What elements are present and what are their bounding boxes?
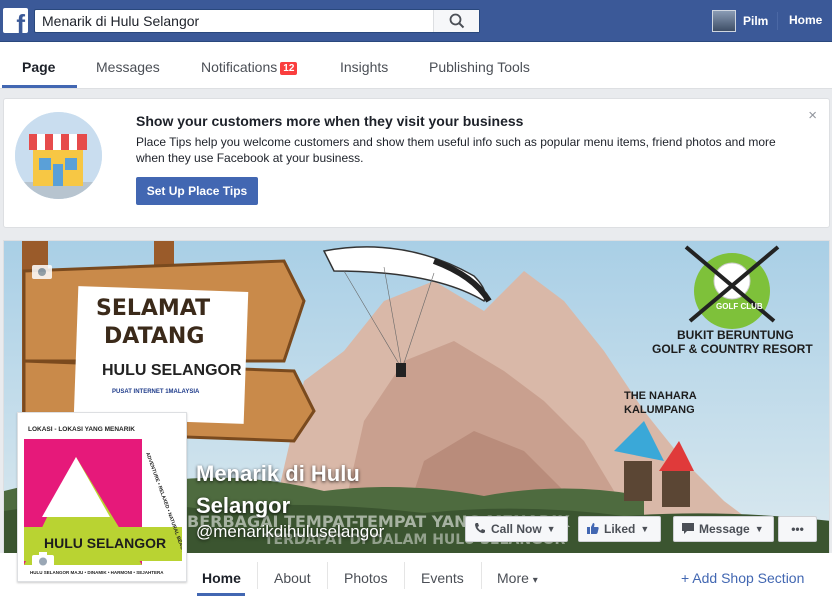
camera-icon[interactable] xyxy=(32,552,54,573)
profile-picture[interactable]: LOKASI - LOKASI YANG MENARIK ADVENTURE •… xyxy=(17,412,187,582)
avatar xyxy=(712,10,736,32)
phone-icon xyxy=(474,522,486,537)
cover-sign-line2: DATANG xyxy=(104,324,204,349)
place-tips-description: Place Tips help you welcome customers an… xyxy=(136,135,776,165)
chevron-down-icon: ▼ xyxy=(640,524,650,534)
nav-more[interactable]: More ▾ xyxy=(497,570,538,586)
set-up-place-tips-button[interactable]: Set Up Place Tips xyxy=(136,177,258,205)
divider xyxy=(404,562,405,589)
profile-image: LOKASI - LOKASI YANG MENARIK ADVENTURE •… xyxy=(22,417,182,577)
search-button[interactable] xyxy=(433,10,479,32)
home-link[interactable]: Home xyxy=(789,13,822,27)
liked-label: Liked xyxy=(604,522,636,536)
tab-publishing-tools[interactable]: Publishing Tools xyxy=(429,59,530,75)
active-tab-indicator xyxy=(2,85,77,88)
storefront-illustration-icon xyxy=(15,112,102,199)
user-profile-link[interactable]: Pilm xyxy=(712,9,768,33)
page-username[interactable]: @menarikdihuluselangor xyxy=(196,522,384,542)
page-admin-tabs: Page Messages Notifications 12 Insights P… xyxy=(0,42,832,89)
cover-sign-line3: HULU SELANGOR xyxy=(102,362,242,379)
nav-events[interactable]: Events xyxy=(421,570,464,586)
user-name: Pilm xyxy=(743,14,769,28)
place-tips-card: Show your customers more when they visit… xyxy=(3,98,830,228)
cover-sign-line1: SELAMAT xyxy=(96,296,210,321)
thumbs-up-icon xyxy=(587,522,599,537)
divider xyxy=(327,562,328,589)
more-options-button[interactable]: ••• xyxy=(778,516,817,542)
tab-insights[interactable]: Insights xyxy=(340,59,388,75)
cover-resort-line1: BUKIT BERUNTUNG xyxy=(677,328,794,342)
divider xyxy=(257,562,258,589)
notification-count-badge: 12 xyxy=(280,62,298,75)
search-icon xyxy=(449,13,465,29)
tab-notifications-label: Notifications xyxy=(201,59,278,75)
profile-top-text: LOKASI - LOKASI YANG MENARIK xyxy=(28,426,135,433)
page-title[interactable]: Menarik di Hulu Selangor xyxy=(196,458,436,522)
cover-resort-line2: GOLF & COUNTRY RESORT xyxy=(652,342,813,356)
message-button[interactable]: Message ▼ xyxy=(673,516,774,542)
chevron-down-icon: ▼ xyxy=(546,524,556,534)
tab-messages[interactable]: Messages xyxy=(96,59,160,75)
chevron-down-icon: ▼ xyxy=(754,524,764,534)
call-now-button[interactable]: Call Now ▼ xyxy=(465,516,568,542)
close-icon[interactable]: × xyxy=(808,107,817,124)
cover-golf-club: GOLF CLUB xyxy=(716,302,763,311)
nav-photos[interactable]: Photos xyxy=(344,570,388,586)
message-label: Message xyxy=(699,522,750,536)
cover-sign-small: PUSAT INTERNET 1MALAYSIA xyxy=(112,389,200,395)
place-tips-title: Show your customers more when they visit… xyxy=(136,113,524,129)
search-input[interactable]: Menarik di Hulu Selangor xyxy=(42,13,199,29)
divider xyxy=(481,562,482,589)
message-icon xyxy=(682,522,694,537)
nav-about[interactable]: About xyxy=(274,570,311,586)
search-box[interactable]: Menarik di Hulu Selangor xyxy=(34,9,480,33)
facebook-logo-icon[interactable]: f xyxy=(3,8,28,33)
nav-home[interactable]: Home xyxy=(202,570,241,586)
more-options-icon: ••• xyxy=(791,522,804,536)
cover-nahara-line2: KALUMPANG xyxy=(624,404,695,416)
tab-page[interactable]: Page xyxy=(22,59,55,75)
nav-more-label: More xyxy=(497,570,529,586)
profile-brand: HULU SELANGOR xyxy=(44,535,166,551)
chevron-down-icon: ▾ xyxy=(532,575,538,586)
cover-nahara-line1: THE NAHARA xyxy=(624,390,697,402)
divider xyxy=(777,12,778,30)
tab-notifications[interactable]: Notifications 12 xyxy=(201,59,298,76)
top-navigation-bar: f Menarik di Hulu Selangor Pilm Home xyxy=(0,0,832,42)
liked-button[interactable]: Liked ▼ xyxy=(578,516,661,542)
call-now-label: Call Now xyxy=(491,522,542,536)
add-shop-section-link[interactable]: + Add Shop Section xyxy=(681,570,804,586)
